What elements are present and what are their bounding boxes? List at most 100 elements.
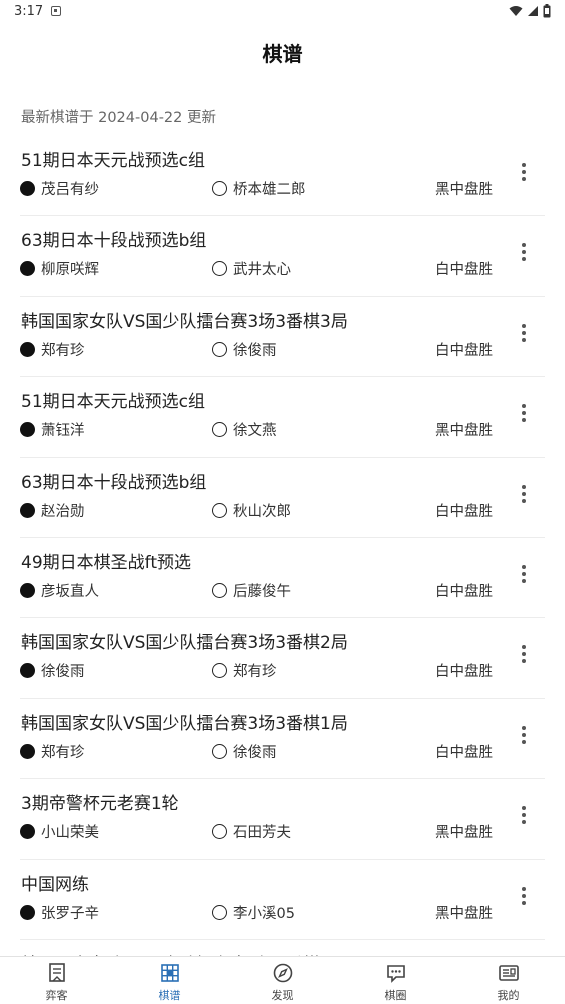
white-stone-icon — [212, 582, 227, 598]
more-options-icon[interactable] — [512, 884, 536, 908]
white-stone-icon — [212, 181, 227, 196]
white-player: 徐俊雨 — [212, 741, 277, 762]
status-icons — [509, 4, 551, 18]
white-player-name: 秋山次郎 — [233, 503, 291, 520]
game-result: 白中盘胜 — [435, 664, 493, 681]
black-player-name: 彦坂直人 — [41, 583, 99, 600]
record-title: 韩国国家女队VS国少队擂台赛3场3番棋3局 — [21, 311, 348, 332]
black-player: 柳原咲辉 — [20, 258, 99, 279]
game-result: 黑中盘胜 — [435, 423, 493, 440]
record-item[interactable]: 韩国国家女队VS国少队擂台赛3场3番棋3局 郑有珍 徐俊雨 白中盘胜 — [0, 297, 565, 378]
record-title: 3期帝警杯元老赛1轮 — [21, 794, 179, 815]
signal-icon — [528, 6, 538, 16]
game-result: 黑中盘胜 — [435, 825, 493, 842]
nav-item-discover[interactable]: 发现 — [226, 957, 339, 1004]
wifi-icon — [509, 6, 523, 16]
black-player: 小山荣美 — [20, 821, 99, 842]
black-player: 张罗子辛 — [20, 902, 99, 923]
board-grid-icon — [160, 964, 179, 982]
record-title: 51期日本天元战预选c组 — [21, 151, 205, 171]
more-options-icon[interactable] — [512, 482, 536, 506]
white-player: 徐文燕 — [212, 419, 277, 440]
game-result: 白中盘胜 — [435, 503, 493, 520]
record-item[interactable]: 3期帝警杯元老赛1轮小山荣美 石田芳夫 黑中盘胜 — [0, 779, 565, 860]
id-card-icon — [498, 965, 519, 981]
black-stone-icon — [20, 181, 35, 196]
black-player: 郑有珍 — [20, 741, 85, 762]
status-bar: 3:17 — [0, 0, 565, 24]
more-options-icon[interactable] — [512, 562, 536, 586]
chat-icon — [386, 965, 405, 983]
battery-icon — [543, 4, 551, 18]
black-player: 赵治勋 — [20, 500, 85, 521]
white-player-name: 徐俊雨 — [233, 342, 277, 359]
record-item[interactable]: 韩国国家女队VS国少队擂台赛3场3番棋2局徐俊雨 郑有珍 白中盘胜 — [0, 618, 565, 700]
record-item[interactable]: 51期日本天元战预选c组 茂吕有纱 桥本雄二郎 黑中盘胜 — [0, 136, 565, 217]
white-player: 秋山次郎 — [212, 500, 291, 521]
nav-item-circle[interactable]: 棋圈 — [339, 957, 452, 1004]
nav-item-mine[interactable]: 我的 — [452, 957, 565, 1004]
record-list: 51期日本天元战预选c组 茂吕有纱 桥本雄二郎 黑中盘胜 63期日本十段战预选b组 柳原咲… — [0, 136, 565, 956]
black-stone-icon — [20, 422, 35, 438]
white-stone-icon — [212, 341, 227, 357]
white-stone-icon — [212, 743, 227, 759]
record-title: 63期日本十段战预选b组 — [21, 472, 207, 493]
black-player-name: 郑有珍 — [41, 342, 85, 359]
compass-icon — [273, 963, 292, 983]
record-title: 韩国国家女队VS国少队擂台赛3场3番棋2局 — [21, 633, 348, 654]
black-stone-icon — [20, 743, 35, 759]
nav-label-circle: 棋圈 — [384, 989, 407, 1002]
record-title: 49期日本棋圣战ft预选 — [21, 552, 191, 573]
black-player-name: 小山荣美 — [41, 825, 99, 842]
nav-label-yike: 弈客 — [45, 989, 68, 1002]
black-stone-icon — [20, 663, 35, 679]
document-icon — [48, 963, 65, 982]
more-options-icon[interactable] — [512, 723, 536, 747]
record-title: 63期日本十段战预选b组 — [21, 231, 207, 252]
record-title: 51期日本天元战预选c组 — [21, 392, 205, 413]
black-stone-icon — [20, 502, 35, 518]
black-stone-icon — [20, 261, 35, 277]
nav-label-qipu: 棋谱 — [158, 989, 181, 1002]
black-player-name: 徐俊雨 — [41, 664, 85, 681]
black-stone-icon — [20, 904, 35, 920]
black-player-name: 赵治勋 — [41, 503, 85, 520]
white-player: 郑有珍 — [212, 660, 277, 681]
white-stone-icon — [212, 824, 227, 840]
more-options-icon[interactable] — [512, 160, 536, 184]
record-item[interactable]: 中国网练 张罗子辛 李小溪05 黑中盘胜 — [0, 860, 565, 941]
more-options-icon[interactable] — [512, 401, 536, 425]
game-result: 白中盘胜 — [435, 583, 493, 600]
black-player: 彦坂直人 — [20, 580, 99, 601]
more-options-icon[interactable] — [512, 321, 536, 345]
nav-item-qipu[interactable]: 棋谱 — [113, 957, 226, 1004]
white-player: 李小溪05 — [212, 902, 295, 923]
record-item[interactable]: 63期日本十段战预选b组赵治勋 秋山次郎 白中盘胜 — [0, 458, 565, 539]
white-player-name: 李小溪05 — [233, 905, 295, 922]
nav-label-discover: 发现 — [271, 989, 294, 1002]
black-stone-icon — [20, 824, 35, 840]
more-options-icon[interactable] — [512, 803, 536, 827]
more-options-icon[interactable] — [512, 642, 536, 666]
nav-item-yike[interactable]: 弈客 — [0, 957, 113, 1004]
white-player-name: 徐文燕 — [233, 423, 277, 440]
record-item[interactable]: 63期日本十段战预选b组 柳原咲辉 武井太心 白中盘胜 — [0, 216, 565, 298]
white-player-name: 石田芳夫 — [233, 825, 291, 842]
white-stone-icon — [212, 261, 227, 277]
more-options-icon[interactable] — [512, 240, 536, 264]
record-title: 中国网练 — [21, 874, 89, 895]
record-item[interactable]: 韩国国家女队VS国少队擂台赛3场3番棋1局 郑有珍 徐俊雨 白中盘胜 — [0, 699, 565, 780]
black-player: 茂吕有纱 — [20, 178, 99, 199]
black-player-name: 茂吕有纱 — [41, 182, 99, 198]
black-player: 郑有珍 — [20, 339, 85, 360]
black-stone-icon — [20, 341, 35, 357]
white-player: 石田芳夫 — [212, 821, 291, 842]
white-stone-icon — [212, 422, 227, 438]
white-player-name: 郑有珍 — [233, 664, 277, 681]
white-player-name: 武井太心 — [233, 262, 291, 279]
white-player-name: 徐俊雨 — [233, 744, 277, 761]
white-player: 后藤俊午 — [212, 580, 291, 601]
record-item[interactable]: 51期日本天元战预选c组 萧钰洋 徐文燕 黑中盘胜 — [0, 377, 565, 458]
nav-label-mine: 我的 — [497, 989, 520, 1002]
record-item[interactable]: 49期日本棋圣战ft预选彦坂直人 后藤俊午 白中盘胜 — [0, 538, 565, 619]
